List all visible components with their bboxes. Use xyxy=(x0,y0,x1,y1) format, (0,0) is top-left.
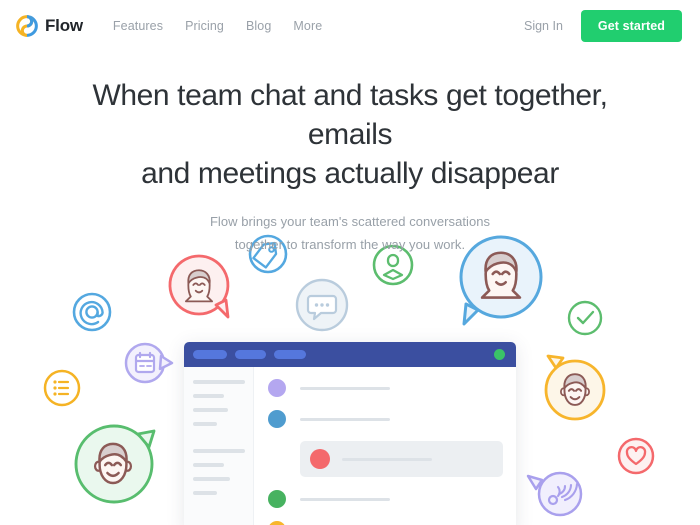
avatar xyxy=(268,379,286,397)
hero-section: When team chat and tasks get together, e… xyxy=(0,76,700,256)
sidebar-line xyxy=(193,380,245,384)
site-header: Flow Features Pricing Blog More Sign In … xyxy=(0,0,700,52)
avatar xyxy=(268,410,286,428)
avatar xyxy=(310,449,330,469)
sidebar-line xyxy=(193,477,230,481)
header-actions: Sign In Get started xyxy=(524,10,682,42)
sidebar-line xyxy=(193,449,245,453)
message-text-placeholder xyxy=(300,386,390,390)
page-title: When team chat and tasks get together, e… xyxy=(0,76,700,193)
sidebar-line xyxy=(193,394,224,398)
message-row-5[interactable] xyxy=(268,521,516,525)
hero-subtitle-line-1: Flow brings your team's scattered conver… xyxy=(209,214,491,229)
hero-title-line-1: When team chat and tasks get together, e… xyxy=(92,79,608,151)
app-window-mockup xyxy=(184,342,516,525)
calendar-icon xyxy=(124,342,174,384)
app-tab-2[interactable] xyxy=(235,350,266,359)
message-row-1[interactable] xyxy=(268,379,516,397)
landing-page: Flow Features Pricing Blog More Sign In … xyxy=(0,0,700,525)
list-icon xyxy=(43,369,81,407)
brand-name: Flow xyxy=(45,16,83,35)
app-titlebar xyxy=(184,342,516,367)
message-row-3[interactable] xyxy=(300,441,503,477)
app-message-list xyxy=(254,367,516,525)
hero-title-line-2: and meetings actually disappear xyxy=(141,157,559,190)
sidebar-line xyxy=(193,408,228,412)
nav-item-pricing[interactable]: Pricing xyxy=(185,19,224,33)
chat-bubble-icon xyxy=(295,278,349,332)
sidebar-divider xyxy=(193,436,244,449)
message-row-2[interactable] xyxy=(268,410,516,428)
broadcast-icon xyxy=(526,471,583,517)
avatar-male-orange-icon xyxy=(544,354,606,421)
app-sidebar xyxy=(184,367,254,525)
message-text-placeholder xyxy=(342,457,432,461)
avatar xyxy=(268,521,286,525)
main-nav: Features Pricing Blog More xyxy=(113,19,322,33)
nav-item-blog[interactable]: Blog xyxy=(246,19,271,33)
sidebar-line xyxy=(193,422,217,426)
brand-logo-group[interactable]: Flow xyxy=(16,15,83,37)
check-circle-icon xyxy=(567,300,603,336)
avatar-female-red-icon xyxy=(168,254,230,319)
flow-swirl-logo-icon xyxy=(16,15,38,37)
avatar xyxy=(268,490,286,508)
app-tab-3[interactable] xyxy=(274,350,306,359)
sign-in-link[interactable]: Sign In xyxy=(524,19,563,33)
message-text-placeholder xyxy=(300,497,390,501)
get-started-button[interactable]: Get started xyxy=(580,10,682,42)
sidebar-line xyxy=(193,463,224,467)
avatar-male-green-icon xyxy=(74,424,156,504)
heart-icon xyxy=(617,437,655,475)
nav-item-features[interactable]: Features xyxy=(113,19,163,33)
hero-subtitle-line-2: together to transform the way you work. xyxy=(234,237,466,252)
mention-at-icon xyxy=(72,292,112,332)
hero-subtitle: Flow brings your team's scattered conver… xyxy=(0,210,700,256)
app-body xyxy=(184,367,516,525)
message-text-placeholder xyxy=(300,417,390,421)
app-tab-1[interactable] xyxy=(193,350,227,359)
message-row-4[interactable] xyxy=(268,490,516,508)
nav-item-more[interactable]: More xyxy=(293,19,322,33)
sidebar-line xyxy=(193,491,217,495)
status-indicator-dot xyxy=(494,349,505,360)
